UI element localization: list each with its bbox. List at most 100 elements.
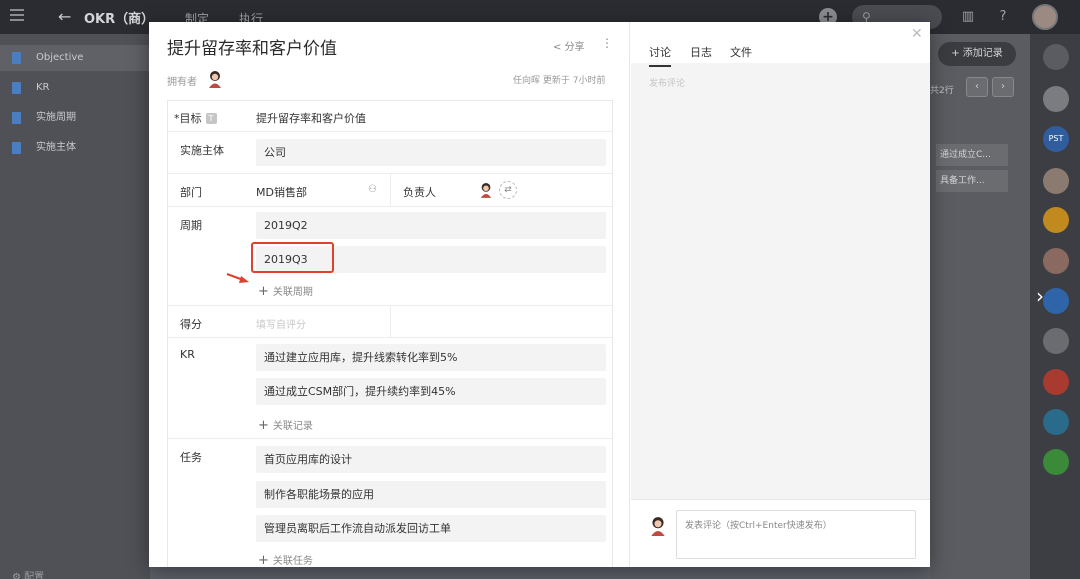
check-icon[interactable]	[1043, 449, 1069, 475]
calendar-icon[interactable]	[1043, 369, 1069, 395]
divider	[390, 306, 391, 337]
document-icon	[12, 52, 21, 64]
field-goal: *目标 T 提升留存率和客户价值	[168, 101, 612, 132]
bell-icon[interactable]	[1043, 44, 1069, 70]
field-label: 任务	[180, 451, 202, 464]
document-icon	[12, 112, 21, 124]
field-label: KR	[180, 348, 195, 361]
owner-label: 拥有者	[167, 77, 197, 88]
sidebar-item-label: 实施主体	[36, 142, 76, 153]
people-icon[interactable]: ⚇	[368, 184, 377, 195]
share-label: 分享	[564, 42, 585, 53]
current-user-avatar	[651, 517, 665, 536]
plus-icon: +	[258, 553, 269, 567]
prev-page-button[interactable]: ‹	[966, 77, 988, 97]
arrow-left-icon[interactable]: ←	[58, 7, 71, 26]
close-icon[interactable]: ✕	[911, 26, 923, 42]
chevron-right-icon[interactable]: ›	[1036, 284, 1044, 308]
text-type-icon: T	[205, 113, 217, 124]
field-label-text: 目标	[179, 112, 202, 125]
tab-log[interactable]: 日志	[690, 44, 712, 60]
kr-item[interactable]: 通过成立CSM部门，提升续约率到45%	[256, 378, 606, 405]
avatar-icon[interactable]	[1043, 168, 1069, 194]
help-icon[interactable]: ?	[995, 9, 1011, 25]
dept-value[interactable]: MD销售部	[256, 184, 307, 200]
field-score: 得分 填写自评分	[168, 306, 612, 338]
document-icon	[12, 142, 21, 154]
sidebar-item-label: 实施周期	[36, 112, 76, 123]
share-button[interactable]: < 分享	[553, 38, 585, 53]
notification-icon[interactable]	[1043, 288, 1069, 314]
add-record-button[interactable]: + 添加记录	[938, 42, 1016, 66]
arrow-annotation-icon	[226, 273, 249, 283]
link-label: 关联任务	[272, 556, 313, 567]
add-period-link[interactable]: + 关联周期	[258, 283, 313, 299]
sidebar-item-objective[interactable]: Objective	[0, 45, 150, 71]
pagination-label: 共2行	[930, 86, 954, 96]
kr-item[interactable]: 通过建立应用库，提升线索转化率到5%	[256, 344, 606, 371]
tab-files[interactable]: 文件	[730, 44, 752, 60]
next-page-button[interactable]: ›	[992, 77, 1014, 97]
more-options-icon[interactable]: ⋮	[601, 36, 613, 50]
tab-discussion[interactable]: 讨论	[649, 44, 671, 67]
field-period: 周期 2019Q2 2019Q3 + 关联周期	[168, 207, 612, 306]
app-title: OKR（商）	[84, 12, 155, 27]
settings-label: 配置	[24, 572, 45, 579]
assignee-avatar[interactable]	[479, 182, 493, 198]
field-dept: 部门 MD销售部 ⚇ 负责人 ⇄	[168, 174, 612, 207]
table-cell[interactable]: 具备工作...	[936, 170, 1008, 192]
comment-list-placeholder: 发布评论	[649, 79, 686, 89]
field-entity: 实施主体 公司	[168, 132, 612, 174]
score-input[interactable]: 填写自评分	[256, 316, 306, 331]
avatar-icon[interactable]	[1043, 328, 1069, 354]
divider	[390, 174, 391, 206]
task-item[interactable]: 首页应用库的设计	[256, 446, 606, 473]
group-icon[interactable]	[1043, 86, 1069, 112]
menu-icon[interactable]	[10, 9, 24, 21]
comment-input[interactable]: 发表评论（按Ctrl+Enter快速发布）	[676, 510, 916, 559]
folder-icon[interactable]	[1043, 409, 1069, 435]
record-detail-modal: 提升留存率和客户价值 < 分享 ⋮ 拥有者 任向晖 更新于 7小时前 *目标 T …	[149, 22, 930, 567]
book-icon[interactable]: ▥	[960, 9, 976, 25]
discussion-pane: 讨论 日志 文件 ✕ 发布评论 发表评论（按Ctrl+Enter快速发布）	[631, 22, 930, 567]
user-avatar[interactable]	[1032, 4, 1058, 30]
background-table	[930, 34, 1030, 579]
add-kr-link[interactable]: + 关联记录	[258, 417, 313, 433]
highlight-box	[251, 242, 334, 273]
link-label: 关联记录	[272, 421, 313, 432]
document-icon	[12, 82, 21, 94]
record-detail-pane: 提升留存率和客户价值 < 分享 ⋮ 拥有者 任向晖 更新于 7小时前 *目标 T …	[149, 22, 630, 567]
field-label: 周期	[180, 219, 202, 232]
comment-compose: 发表评论（按Ctrl+Enter快速发布）	[631, 499, 930, 567]
link-label: 关联周期	[272, 287, 313, 298]
task-item[interactable]: 制作各职能场景的应用	[256, 481, 606, 508]
sidebar-item-label: Objective	[36, 52, 84, 63]
record-form: *目标T 提升留存率和客户价值 实施主体 公司 部门 MD销售部 ⚇ 负责人	[167, 100, 613, 567]
record-title: 提升留存率和客户价值	[167, 39, 337, 59]
goal-value[interactable]: 提升留存率和客户价值	[256, 110, 366, 126]
pst-icon[interactable]: PST	[1043, 126, 1069, 152]
settings-link[interactable]: ⚙ 配置	[12, 568, 44, 579]
update-meta: 任向晖 更新于 7小时前	[513, 76, 606, 86]
sidebar-item-entity[interactable]: 实施主体	[0, 135, 150, 161]
sidebar-item-label: KR	[36, 82, 50, 93]
calendar-icon[interactable]	[1043, 207, 1069, 233]
sidebar-item-period[interactable]: 实施周期	[0, 105, 150, 131]
field-label: *目标 T	[174, 110, 217, 126]
plus-icon: +	[258, 284, 269, 299]
field-label: 得分	[180, 318, 202, 331]
entity-value[interactable]: 公司	[256, 139, 606, 166]
task-item[interactable]: 管理员离职后工作流自动派发回访工单	[256, 515, 606, 542]
owner-avatar[interactable]	[207, 70, 223, 88]
field-label: 部门	[180, 186, 202, 199]
sidebar-item-kr[interactable]: KR	[0, 75, 150, 101]
period-value[interactable]: 2019Q2	[256, 212, 606, 239]
swap-icon[interactable]: ⇄	[499, 181, 517, 199]
field-kr: KR 通过建立应用库，提升线索转化率到5% 通过成立CSM部门，提升续约率到45…	[168, 338, 612, 439]
avatar-icon[interactable]	[1043, 248, 1069, 274]
field-tasks: 任务 首页应用库的设计 制作各职能场景的应用 管理员离职后工作流自动派发回访工单…	[168, 439, 612, 567]
add-task-link[interactable]: + 关联任务	[258, 552, 313, 567]
table-cell[interactable]: 通过成立C...	[936, 144, 1008, 166]
plus-icon: +	[258, 418, 269, 433]
owner-field-label: 负责人	[403, 186, 436, 199]
